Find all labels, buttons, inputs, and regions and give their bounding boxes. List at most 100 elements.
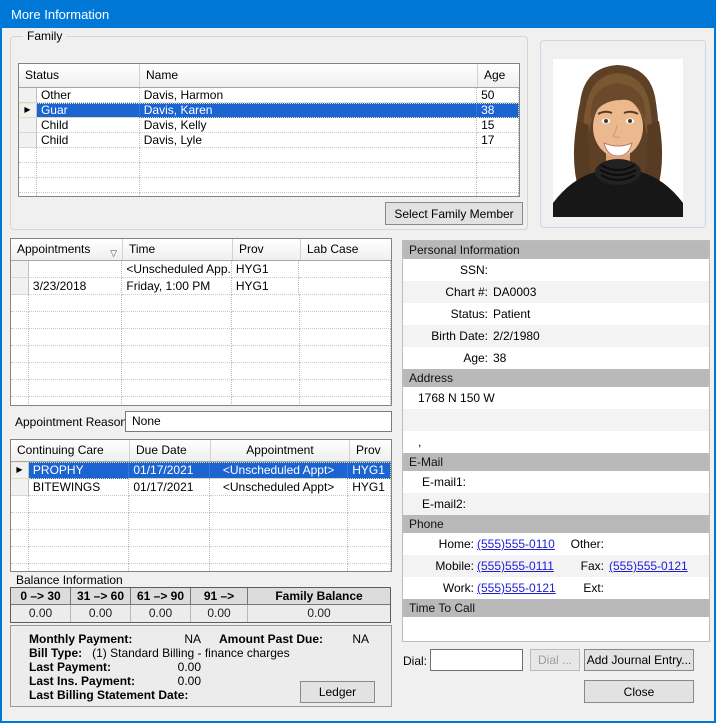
other-phone-value: [607, 533, 709, 555]
balance-aging-values: 0.00 0.00 0.00 0.00 0.00: [11, 605, 390, 622]
birth-date-label: Birth Date:: [431, 329, 488, 343]
titlebar[interactable]: More Information: [2, 2, 714, 28]
column-header-prov[interactable]: Prov: [233, 239, 301, 260]
aging-61-90-value: 0.00: [131, 605, 191, 622]
time-to-call-blank-row: [403, 617, 709, 639]
column-header-continuing-care[interactable]: Continuing Care: [11, 440, 130, 461]
column-header-status: Status: [19, 64, 140, 87]
row-selector[interactable]: [11, 261, 29, 278]
dial-label: Dial:: [403, 654, 428, 668]
column-header-appointment[interactable]: Appointment: [211, 440, 350, 461]
column-header-due-date[interactable]: Due Date: [130, 440, 211, 461]
empty-row: [11, 329, 391, 346]
family-balance-header: Family Balance: [248, 588, 390, 604]
fax-link[interactable]: (555)555-0121: [609, 559, 688, 573]
aging-0-30-header: 0 –> 30: [11, 588, 71, 604]
address-header: Address: [403, 369, 709, 387]
row-selector[interactable]: [11, 278, 29, 295]
empty-row: [19, 163, 519, 178]
empty-row: [19, 148, 519, 163]
status-value: Patient: [493, 307, 531, 321]
family-status: Child: [36, 118, 140, 133]
column-header-appointments[interactable]: Appointments ▽: [11, 239, 123, 260]
phone-header: Phone: [403, 515, 709, 533]
row-selector[interactable]: [19, 133, 37, 148]
family-status: Guar: [36, 103, 140, 118]
sort-descending-icon: ▽: [110, 248, 117, 258]
age-value: 38: [493, 351, 507, 365]
row-selector[interactable]: [11, 479, 29, 496]
cc-prov: HYG1: [348, 462, 391, 479]
balance-aging-header: 0 –> 30 31 –> 60 61 –> 90 91 –> Family B…: [11, 588, 390, 605]
work-phone-link[interactable]: (555)555-0121: [477, 581, 556, 595]
ext-value: [607, 577, 709, 599]
column-header-time[interactable]: Time: [123, 239, 233, 260]
mobile-phone-link[interactable]: (555)555-0111: [477, 559, 554, 573]
patient-photo: [553, 59, 683, 217]
cc-appointment: <Unscheduled Appt>: [209, 462, 349, 479]
aging-31-60-header: 31 –> 60: [71, 588, 131, 604]
aging-91-header: 91 –>: [191, 588, 248, 604]
email2-value: [471, 493, 709, 515]
status-row: Status: Patient: [403, 303, 709, 325]
add-journal-entry-button[interactable]: Add Journal Entry...: [584, 649, 694, 671]
work-phone-row: Work: (555)555-0121 Ext:: [403, 577, 709, 599]
selected-row-marker-icon[interactable]: ▶: [11, 462, 29, 479]
family-name: Davis, Karen: [139, 103, 478, 118]
ledger-button[interactable]: Ledger: [300, 681, 375, 703]
dial-button[interactable]: Dial ...: [530, 649, 580, 671]
continuing-care-row[interactable]: BITEWINGS 01/17/2021 <Unscheduled Appt> …: [11, 479, 391, 496]
patient-photo-illustration: [553, 59, 683, 217]
family-age: 38: [477, 103, 519, 118]
family-row-selected[interactable]: ▶ Guar Davis, Karen 38: [19, 103, 519, 118]
home-phone-link[interactable]: (555)555-0110: [477, 537, 555, 551]
fax-label: Fax:: [580, 559, 604, 573]
row-selector[interactable]: [19, 118, 37, 133]
empty-row: [11, 397, 391, 405]
last-billing-statement-value: [188, 688, 194, 702]
home-phone-row: Home: (555)555-0110 Other:: [403, 533, 709, 555]
mobile-phone-row: Mobile: (555)555-0111 Fax: (555)555-0121: [403, 555, 709, 577]
amount-past-due-label: Amount Past Due:: [219, 632, 324, 646]
cc-type: BITEWINGS: [28, 479, 130, 496]
row-selector[interactable]: [19, 88, 37, 103]
empty-row: [11, 295, 391, 312]
appointments-header-label: Appointments: [17, 242, 91, 256]
window-title: More Information: [11, 7, 110, 22]
family-table: Status Name Age Other Davis, Harmon 50 ▶…: [18, 63, 520, 197]
family-groupbox: Family Status Name Age Other Davis, Harm…: [10, 29, 528, 230]
empty-row: [11, 380, 391, 397]
appointment-lab: [299, 278, 391, 295]
family-row[interactable]: Child Davis, Lyle 17: [19, 133, 519, 148]
email1-label: E-mail1:: [421, 475, 466, 489]
other-phone-label: Other:: [570, 537, 604, 551]
family-row[interactable]: Other Davis, Harmon 50: [19, 88, 519, 103]
empty-row: [19, 193, 519, 196]
patient-photo-frame: [540, 40, 706, 228]
select-family-member-button[interactable]: Select Family Member: [385, 202, 523, 225]
patient-info-panel: Personal Information SSN: Chart #: DA000…: [402, 240, 710, 642]
appointment-time: <Unscheduled App...: [122, 261, 232, 278]
appointment-date: 3/23/2018: [28, 278, 123, 295]
column-header-lab-case[interactable]: Lab Case: [301, 239, 391, 260]
appointment-row[interactable]: <Unscheduled App... HYG1: [11, 261, 391, 278]
chart-number-row: Chart #: DA0003: [403, 281, 709, 303]
email2-row: E-mail2:: [403, 493, 709, 515]
more-information-dialog: More Information Family Status Name Age …: [0, 0, 716, 723]
selected-row-marker-icon[interactable]: ▶: [19, 103, 37, 118]
age-label: Age:: [463, 351, 488, 365]
email2-label: E-mail2:: [421, 497, 466, 511]
family-row[interactable]: Child Davis, Kelly 15: [19, 118, 519, 133]
empty-row: [11, 530, 391, 547]
column-header-age: Age: [478, 64, 519, 87]
close-button[interactable]: Close: [584, 680, 694, 703]
column-header-cc-prov[interactable]: Prov: [350, 440, 391, 461]
aging-91-value: 0.00: [191, 605, 248, 622]
email1-value: [471, 471, 709, 493]
continuing-care-row-selected[interactable]: ▶ PROPHY 01/17/2021 <Unscheduled Appt> H…: [11, 462, 391, 479]
appointment-row[interactable]: 3/23/2018 Friday, 1:00 PM HYG1: [11, 278, 391, 295]
family-group-label: Family: [23, 29, 67, 43]
family-status: Child: [36, 133, 140, 148]
aging-61-90-header: 61 –> 90: [131, 588, 191, 604]
dial-input[interactable]: [430, 649, 523, 671]
